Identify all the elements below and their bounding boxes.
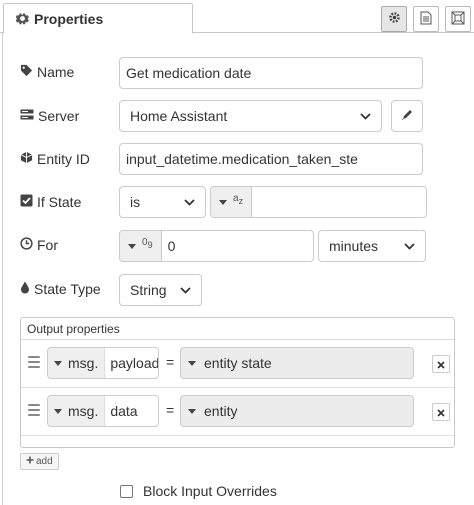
- tint-icon: [20, 281, 30, 297]
- string-type-icon: az: [233, 193, 244, 206]
- close-icon: [437, 356, 445, 372]
- chevron-down-icon: [360, 112, 371, 120]
- if-state-value-input[interactable]: az: [210, 186, 427, 218]
- for-label: For: [20, 235, 58, 255]
- output-property-input[interactable]: msg. data: [47, 395, 159, 427]
- tab-properties[interactable]: Properties: [3, 3, 193, 34]
- caret-down-icon: [54, 360, 62, 366]
- server-select[interactable]: Home Assistant: [119, 100, 382, 132]
- output-properties-title: Output properties: [21, 318, 454, 340]
- caret-down-icon: [188, 408, 196, 414]
- equals-sign: =: [166, 354, 175, 370]
- tab-bar: Properties: [0, 0, 474, 34]
- description-icon: [420, 11, 432, 28]
- appearance-tab-button[interactable]: [445, 6, 471, 32]
- for-unit-select[interactable]: minutes: [318, 230, 426, 262]
- tag-icon: [20, 64, 33, 80]
- remove-row-button[interactable]: [432, 403, 450, 421]
- add-output-button[interactable]: add: [20, 453, 59, 470]
- remove-row-button[interactable]: [432, 355, 450, 373]
- output-property-type-selector[interactable]: msg.: [48, 396, 106, 426]
- server-icon: [20, 108, 34, 124]
- output-value-select[interactable]: entity state: [180, 347, 414, 379]
- drag-handle-icon[interactable]: [28, 404, 40, 416]
- state-type-select[interactable]: String: [119, 274, 202, 306]
- for-type-selector[interactable]: 09: [120, 231, 162, 261]
- name-label: Name: [20, 62, 74, 82]
- gear-icon: [388, 11, 401, 27]
- edit-server-button[interactable]: [391, 100, 423, 132]
- caret-down-icon: [188, 360, 196, 366]
- for-value-input[interactable]: 09 0: [119, 230, 314, 262]
- output-row: msg. data = entity: [21, 388, 454, 436]
- output-property-type-selector[interactable]: msg.: [48, 348, 106, 378]
- if-state-type-selector[interactable]: az: [211, 187, 253, 217]
- pencil-icon: [401, 108, 413, 124]
- description-tab-button[interactable]: [413, 6, 439, 32]
- entity-id-label: Entity ID: [20, 149, 90, 169]
- appearance-icon: [451, 11, 465, 28]
- settings-tab-button[interactable]: [381, 6, 407, 32]
- equals-sign: =: [166, 402, 175, 418]
- block-input-overrides-label: Block Input Overrides: [143, 483, 277, 499]
- clock-icon: [20, 237, 33, 253]
- state-type-label: State Type: [20, 279, 101, 299]
- chevron-down-icon: [184, 198, 195, 206]
- tab-properties-label: Properties: [34, 10, 104, 27]
- panel-left-border: [2, 33, 3, 505]
- caret-down-icon: [219, 199, 227, 205]
- caret-down-icon: [128, 243, 136, 249]
- cube-icon: [20, 151, 33, 167]
- close-icon: [437, 404, 445, 420]
- caret-down-icon: [54, 408, 62, 414]
- chevron-down-icon: [404, 242, 415, 250]
- name-input[interactable]: Get medication date: [119, 57, 423, 89]
- block-input-overrides-checkbox[interactable]: [120, 484, 133, 498]
- entity-id-input[interactable]: input_datetime.medication_taken_ste: [119, 143, 423, 175]
- output-property-input[interactable]: msg. payload: [47, 347, 159, 379]
- server-label: Server: [20, 106, 79, 126]
- chevron-down-icon: [180, 286, 191, 294]
- checkbox-checked-icon: [20, 194, 33, 210]
- number-type-icon: 09: [142, 237, 153, 250]
- gear-icon: [16, 12, 29, 25]
- output-row: msg. payload = entity state: [21, 340, 454, 388]
- block-input-overrides: Block Input Overrides: [120, 483, 277, 499]
- plus-icon: [26, 456, 34, 467]
- if-state-operator-select[interactable]: is: [119, 186, 206, 218]
- if-state-label: If State: [20, 192, 81, 212]
- output-properties-panel: Output properties msg. payload = entity …: [20, 317, 455, 448]
- output-value-select[interactable]: entity: [180, 395, 414, 427]
- drag-handle-icon[interactable]: [28, 356, 40, 368]
